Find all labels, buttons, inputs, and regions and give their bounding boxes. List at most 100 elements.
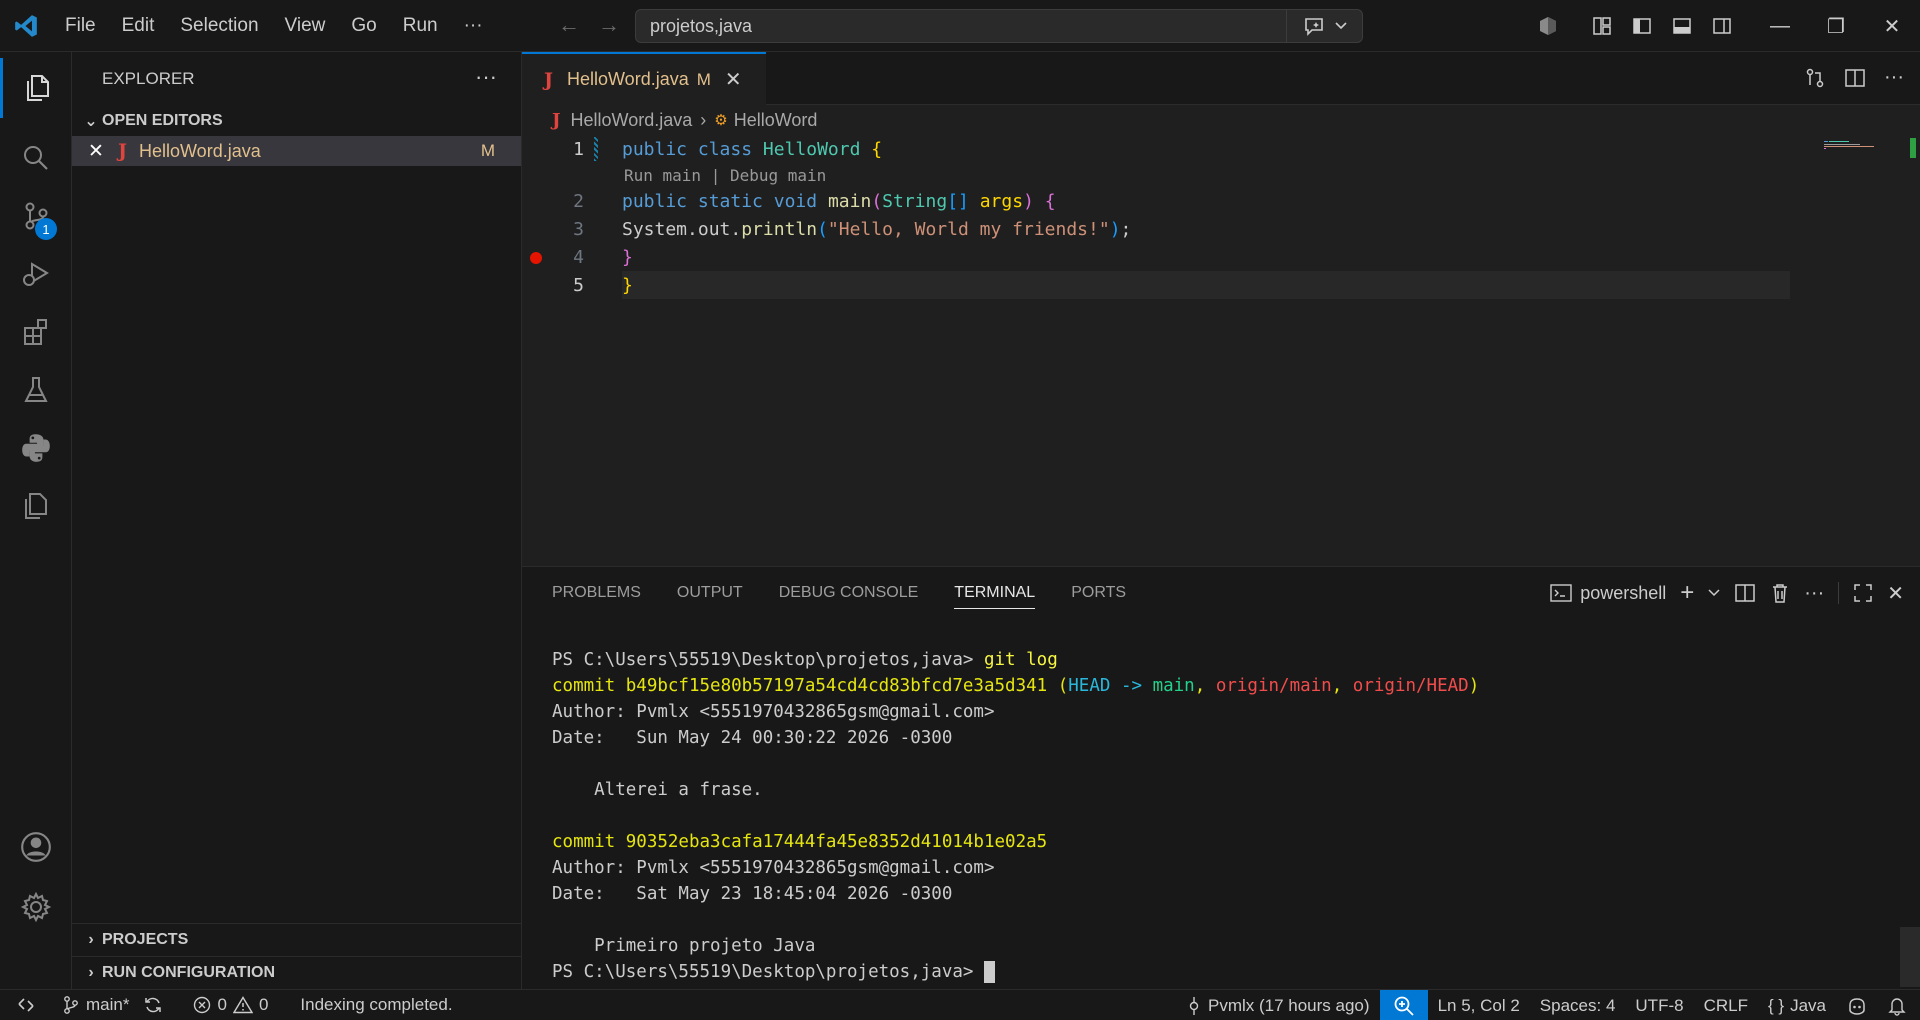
tab-problems[interactable]: PROBLEMS <box>552 567 641 619</box>
testing-flask-icon[interactable] <box>0 360 72 420</box>
trash-icon[interactable] <box>1770 582 1790 604</box>
panel-more-icon[interactable]: ··· <box>1804 582 1824 605</box>
indentation[interactable]: Spaces: 4 <box>1530 990 1626 1020</box>
language-mode[interactable]: { } Java <box>1758 990 1836 1020</box>
projects-label: PROJECTS <box>102 931 189 948</box>
minimap[interactable] <box>1822 136 1876 149</box>
search-icon[interactable] <box>0 128 72 188</box>
explorer-icon[interactable] <box>0 58 72 118</box>
menu-file[interactable]: File <box>52 0 109 52</box>
git-branch-icon <box>64 996 78 1014</box>
end-of-line[interactable]: CRLF <box>1694 990 1758 1020</box>
remote-indicator[interactable] <box>0 990 52 1020</box>
encoding[interactable]: UTF-8 <box>1625 990 1693 1020</box>
maximize-panel-icon[interactable] <box>1853 583 1873 603</box>
branch-name: main* <box>86 995 130 1014</box>
project-manager-icon[interactable] <box>0 476 72 536</box>
split-terminal-icon[interactable] <box>1734 582 1756 604</box>
terminal-output[interactable]: PS C:\Users\55519\Desktop\projetos,java>… <box>552 647 1479 985</box>
open-editor-filename: HelloWord.java <box>139 140 261 161</box>
editor-tab-helloword[interactable]: J HelloWord.java M ✕ <box>522 52 766 105</box>
breadcrumb-file[interactable]: HelloWord.java <box>571 110 693 131</box>
tab-close-icon[interactable]: ✕ <box>725 67 742 92</box>
menu-go[interactable]: Go <box>338 0 389 52</box>
new-terminal-plus-icon[interactable]: + <box>1680 579 1694 607</box>
explorer-header: EXPLORER ··· <box>72 52 521 106</box>
braces-icon: { } <box>1767 995 1785 1015</box>
menu-more[interactable]: ··· <box>451 0 496 52</box>
close-window-button[interactable]: ✕ <box>1864 0 1920 52</box>
split-editor-icon[interactable] <box>1844 67 1866 89</box>
editor-more-icon[interactable]: ··· <box>1884 66 1904 89</box>
scrollbar-change-indicator <box>1910 138 1916 158</box>
run-configuration-label: RUN CONFIGURATION <box>102 964 276 981</box>
back-arrow-icon[interactable]: ← <box>558 12 580 38</box>
editor-tab-bar: J HelloWord.java M ✕ ··· <box>522 52 1920 105</box>
copilot-status-icon[interactable] <box>1836 990 1878 1020</box>
python-icon[interactable] <box>0 418 72 478</box>
branch-indicator[interactable]: main* <box>52 990 173 1020</box>
chevron-down-icon[interactable] <box>1708 589 1720 597</box>
command-center[interactable]: projetos,java <box>635 9 1363 43</box>
open-editors-section[interactable]: ⌄ OPEN EDITORS <box>72 106 521 136</box>
forward-arrow-icon[interactable]: → <box>598 12 620 38</box>
breakpoint-icon[interactable] <box>530 252 542 264</box>
modified-line-indicator <box>594 137 598 161</box>
tab-modified-badge: M <box>696 69 711 89</box>
status-bar-right: Pvmlx (17 hours ago) Ln 5, Col 2 Spaces:… <box>1176 990 1920 1020</box>
cursor-position[interactable]: Ln 5, Col 2 <box>1428 990 1530 1020</box>
settings-gear-icon[interactable] <box>0 877 72 937</box>
toggle-secondary-sidebar-icon[interactable] <box>1702 16 1742 36</box>
tab-debug-console[interactable]: DEBUG CONSOLE <box>779 567 919 619</box>
code-editor[interactable]: 1 public class HelloWord { Run main | De… <box>522 135 1920 299</box>
git-blame-text: Pvmlx (17 hours ago) <box>1207 995 1370 1015</box>
status-bar: main* 0 0 Indexing completed. Pvmlx (17 … <box>0 989 1920 1020</box>
tab-ports[interactable]: PORTS <box>1071 567 1126 619</box>
tab-output[interactable]: OUTPUT <box>677 567 743 619</box>
terminal-scrollbar[interactable] <box>1900 927 1920 987</box>
code-text: } <box>622 274 633 296</box>
code-line: 4 } <box>522 243 1920 271</box>
close-panel-icon[interactable]: ✕ <box>1887 581 1904 606</box>
warning-icon <box>232 996 253 1014</box>
code-line: 3 System.out.println("Hello, World my fr… <box>522 215 1920 243</box>
notifications-bell-icon[interactable] <box>1878 990 1920 1020</box>
toggle-primary-sidebar-icon[interactable] <box>1622 16 1662 36</box>
extensions-icon[interactable] <box>0 302 72 362</box>
run-debug-icon[interactable] <box>0 244 72 304</box>
open-editor-item[interactable]: ✕ J HelloWord.java M <box>72 136 521 166</box>
tab-terminal[interactable]: TERMINAL <box>954 567 1035 619</box>
zoom-indicator[interactable] <box>1379 990 1428 1020</box>
open-changes-icon[interactable] <box>1804 67 1826 89</box>
menu-view[interactable]: View <box>272 0 339 52</box>
menu-selection[interactable]: Selection <box>167 0 271 52</box>
accounts-icon[interactable] <box>0 817 72 877</box>
code-text: public class HelloWord { <box>622 138 883 160</box>
explorer-more-icon[interactable]: ··· <box>475 64 497 90</box>
terminal-cursor <box>983 961 995 983</box>
sidebar-bottom-sections: › PROJECTS › RUN CONFIGURATION <box>72 923 521 989</box>
breadcrumb-symbol[interactable]: HelloWord <box>734 110 818 131</box>
run-configuration-section[interactable]: › RUN CONFIGURATION <box>72 956 521 989</box>
navigation-arrows: ← → <box>558 12 620 38</box>
menu-run[interactable]: Run <box>390 0 451 52</box>
restore-button[interactable]: ❐ <box>1808 0 1864 52</box>
copilot-icon[interactable] <box>1528 15 1568 37</box>
problems-indicator[interactable]: 0 0 <box>183 990 278 1020</box>
minimize-button[interactable]: — <box>1752 0 1808 52</box>
menu-edit[interactable]: Edit <box>109 0 168 52</box>
chat-menu[interactable] <box>1286 10 1362 42</box>
sync-icon[interactable] <box>143 995 163 1015</box>
toggle-panel-icon[interactable] <box>1662 16 1702 36</box>
java-file-icon: J <box>544 68 553 91</box>
git-blame-indicator[interactable]: Pvmlx (17 hours ago) <box>1176 990 1380 1020</box>
code-text: public static void main(String[] args) { <box>622 190 1056 212</box>
code-lens-run-debug[interactable]: Run main | Debug main <box>522 163 1920 187</box>
projects-section[interactable]: › PROJECTS <box>72 923 521 956</box>
close-icon[interactable]: ✕ <box>88 140 112 163</box>
source-control-icon[interactable]: 1 <box>0 186 72 246</box>
warning-count: 0 <box>258 995 269 1014</box>
title-actions: — ❐ ✕ <box>1528 0 1920 52</box>
terminal-shell-selector[interactable]: powershell <box>1550 583 1666 604</box>
layout-customize-icon[interactable] <box>1582 16 1622 36</box>
